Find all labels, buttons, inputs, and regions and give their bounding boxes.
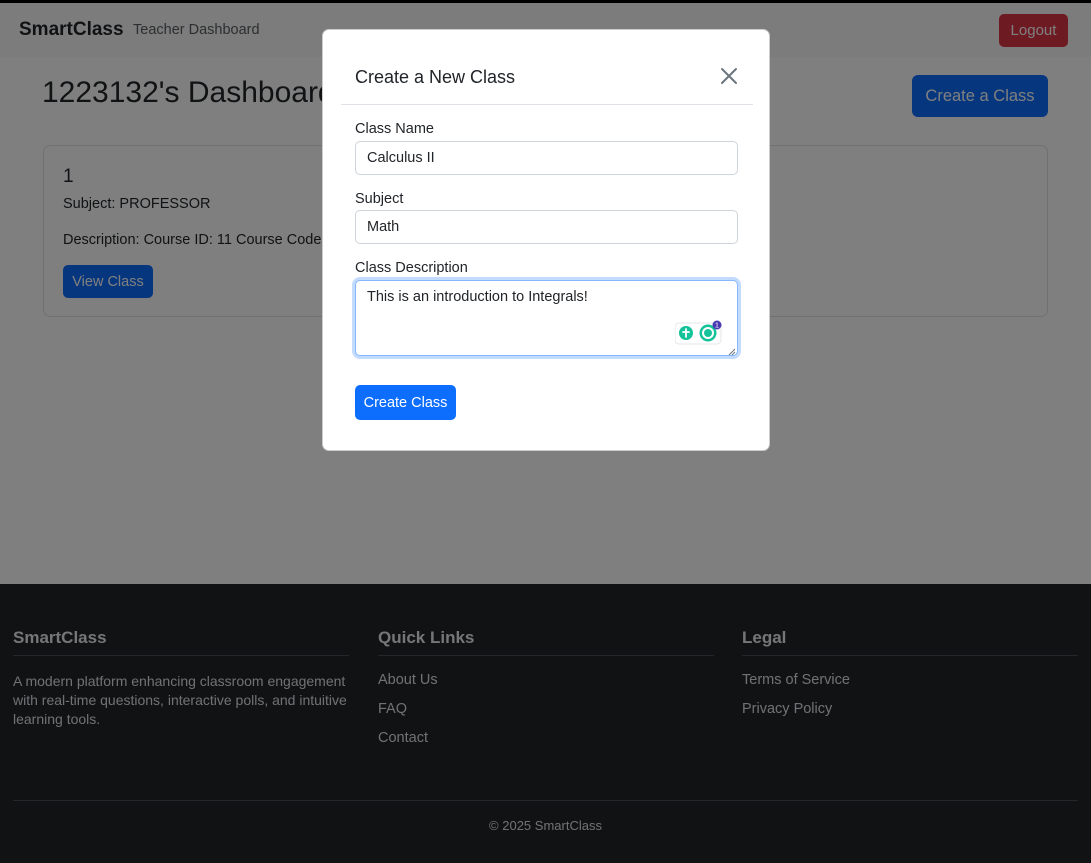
subject-label: Subject — [355, 191, 404, 207]
grammarly-badge-count: 1 — [715, 323, 719, 330]
create-class-submit-button[interactable]: Create Class — [355, 385, 456, 420]
top-border — [0, 0, 1091, 3]
class-name-label: Class Name — [355, 121, 434, 137]
grammarly-icon[interactable]: 1 — [675, 320, 723, 346]
subject-input[interactable] — [355, 210, 738, 244]
resize-handle-icon[interactable] — [728, 348, 736, 356]
class-name-input[interactable] — [355, 141, 738, 175]
create-class-modal: Create a New Class Class Name Subject Cl… — [322, 29, 770, 451]
close-icon[interactable] — [719, 66, 739, 86]
modal-header-divider — [341, 104, 753, 105]
modal-title: Create a New Class — [355, 67, 516, 87]
class-description-label: Class Description — [355, 260, 468, 276]
